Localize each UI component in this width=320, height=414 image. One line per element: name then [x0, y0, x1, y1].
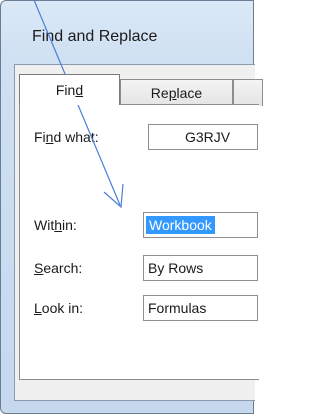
look-in-select[interactable]: Formulas — [143, 295, 258, 321]
find-what-value: G3RJV — [185, 129, 231, 145]
search-value: By Rows — [148, 260, 204, 276]
within-value: Workbook — [146, 216, 215, 234]
tab-goto[interactable] — [233, 79, 263, 106]
within-select[interactable]: Workbook — [143, 212, 258, 238]
look-in-value: Formulas — [148, 300, 207, 316]
search-select[interactable]: By Rows — [143, 255, 258, 281]
title-bar[interactable]: Find and Replace — [1, 1, 255, 45]
search-label: Search: — [34, 260, 83, 276]
within-label: Within: — [34, 217, 77, 233]
tab-replace-label: Replace — [150, 85, 203, 101]
tab-find-label: Find — [55, 82, 84, 98]
dialog-title: Find and Replace — [32, 28, 158, 45]
find-what-label: Find what: — [34, 129, 99, 145]
tab-replace[interactable]: Replace — [120, 79, 233, 106]
tab-find[interactable]: Find — [19, 74, 120, 105]
find-what-input[interactable]: G3RJV — [148, 124, 258, 150]
look-in-label: Look in: — [34, 300, 84, 316]
